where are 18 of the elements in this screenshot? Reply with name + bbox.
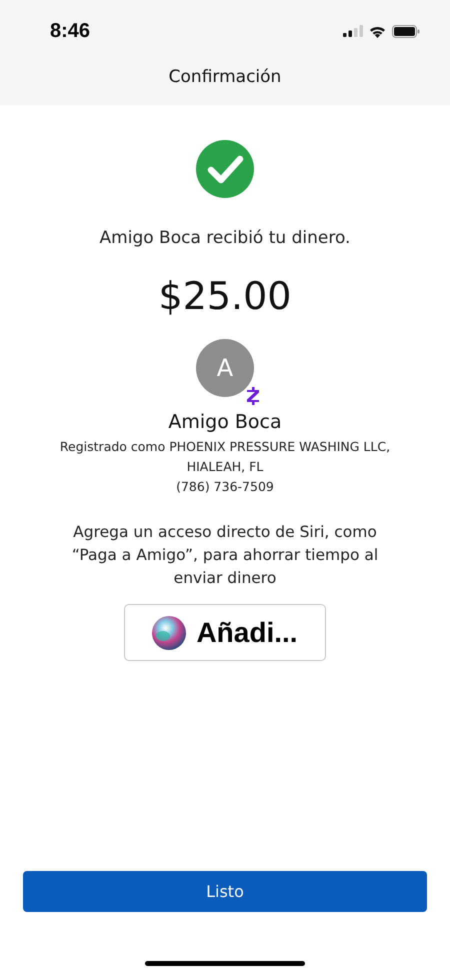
confirmation-message: Amigo Boca recibió tu dinero. — [100, 228, 350, 248]
location-text: HIALEAH, FL — [186, 458, 264, 476]
checkmark-icon — [196, 140, 254, 198]
screen-title: Confirmación — [168, 67, 282, 87]
siri-orb-icon — [152, 616, 186, 650]
signal-icon — [343, 25, 363, 37]
add-to-siri-button[interactable]: Añadi... — [124, 604, 326, 661]
recipient-name: Amigo Boca — [168, 411, 282, 433]
wifi-icon — [369, 24, 386, 38]
clock-time: 8:46 — [50, 20, 90, 42]
phone-number: (786) 736-7509 — [176, 478, 274, 496]
done-button[interactable]: Listo — [23, 871, 427, 912]
avatar: A — [196, 339, 254, 397]
z-badge-icon — [246, 387, 260, 405]
battery-icon — [392, 24, 420, 38]
amount-text: $25.00 — [158, 274, 292, 318]
siri-shortcut-text: Agrega un acceso directo de Siri, como “Paga a Amigo”, para ahorrar tiempo al enviar dinero — [70, 522, 380, 589]
registered-name: Registrado como PHOENIX PRESSURE WASHING LLC, — [60, 438, 390, 456]
